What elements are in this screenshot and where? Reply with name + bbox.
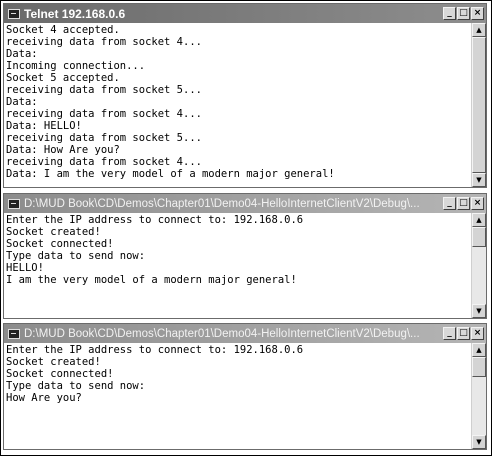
minimize-button[interactable]: _ bbox=[443, 197, 456, 210]
console-line: receiving data from socket 5... bbox=[6, 84, 202, 96]
console-line: receiving data from socket 5... bbox=[6, 132, 202, 144]
console-line: Socket created! bbox=[6, 356, 101, 368]
console-line: Data: HELLO! bbox=[6, 120, 82, 132]
minimize-button[interactable]: _ bbox=[443, 327, 456, 340]
console-line: How Are you? bbox=[6, 392, 82, 404]
console-line: Data: bbox=[6, 48, 38, 60]
scroll-thumb[interactable] bbox=[472, 227, 486, 247]
console-line: receiving data from socket 4... bbox=[6, 36, 202, 48]
console-text: Enter the IP address to connect to: 192.… bbox=[4, 213, 471, 318]
title-bar[interactable]: D:\MUD Book\CD\Demos\Chapter01\Demo04-He… bbox=[4, 324, 486, 343]
console-line: I am the very model of a modern major ge… bbox=[6, 274, 297, 286]
console-area[interactable]: Enter the IP address to connect to: 192.… bbox=[4, 343, 486, 449]
console-line: receiving data from socket 4... bbox=[6, 108, 202, 120]
vertical-scrollbar[interactable]: ▲ ▼ bbox=[471, 213, 486, 318]
console-text: Socket 4 accepted. receiving data from so… bbox=[4, 23, 471, 187]
maximize-button[interactable]: □ bbox=[457, 327, 470, 340]
console-line: Data: How Are you? bbox=[6, 144, 120, 156]
client-window-2: D:\MUD Book\CD\Demos\Chapter01\Demo04-He… bbox=[3, 323, 487, 450]
console-line: Type data to send now: bbox=[6, 380, 146, 392]
scroll-thumb[interactable] bbox=[472, 37, 486, 173]
minimize-button[interactable]: _ bbox=[443, 7, 456, 20]
console-line: Socket created! bbox=[6, 226, 101, 238]
close-button[interactable]: × bbox=[471, 327, 484, 340]
window-title: D:\MUD Book\CD\Demos\Chapter01\Demo04-He… bbox=[24, 197, 420, 210]
window-title: Telnet 192.168.0.6 bbox=[24, 6, 126, 21]
scroll-down-arrow-icon[interactable]: ▼ bbox=[472, 435, 486, 449]
window-title: D:\MUD Book\CD\Demos\Chapter01\Demo04-He… bbox=[24, 327, 420, 340]
console-icon[interactable] bbox=[8, 328, 20, 339]
maximize-button[interactable]: □ bbox=[457, 7, 470, 20]
console-line: Enter the IP address to connect to: 192.… bbox=[6, 214, 304, 226]
console-line: Type data to send now: bbox=[6, 250, 146, 262]
console-icon[interactable] bbox=[8, 198, 20, 209]
scroll-up-arrow-icon[interactable]: ▲ bbox=[472, 23, 486, 37]
console-line: Incoming connection... bbox=[6, 60, 146, 72]
console-icon[interactable] bbox=[8, 8, 20, 19]
scroll-up-arrow-icon[interactable]: ▲ bbox=[472, 343, 486, 357]
vertical-scrollbar[interactable]: ▲ ▼ bbox=[471, 343, 486, 449]
console-line: Socket connected! bbox=[6, 368, 114, 380]
console-line: Data: bbox=[6, 96, 38, 108]
client-window-1: D:\MUD Book\CD\Demos\Chapter01\Demo04-He… bbox=[3, 193, 487, 319]
telnet-window: Telnet 192.168.0.6 _ □ × Socket 4 accept… bbox=[3, 3, 487, 188]
console-area[interactable]: Enter the IP address to connect to: 192.… bbox=[4, 213, 486, 318]
scroll-down-arrow-icon[interactable]: ▼ bbox=[472, 173, 486, 187]
title-bar[interactable]: Telnet 192.168.0.6 _ □ × bbox=[4, 4, 486, 23]
close-button[interactable]: × bbox=[471, 7, 484, 20]
scroll-thumb[interactable] bbox=[472, 357, 486, 377]
console-line: HELLO! bbox=[6, 262, 44, 274]
console-line: Socket 5 accepted. bbox=[6, 72, 120, 84]
console-line: Data: I am the very model of a modern ma… bbox=[6, 168, 335, 180]
maximize-button[interactable]: □ bbox=[457, 197, 470, 210]
console-text: Enter the IP address to connect to: 192.… bbox=[4, 343, 471, 449]
console-line: receiving data from socket 4... bbox=[6, 156, 202, 168]
close-button[interactable]: × bbox=[471, 197, 484, 210]
scroll-down-arrow-icon[interactable]: ▼ bbox=[472, 304, 486, 318]
console-area[interactable]: Socket 4 accepted. receiving data from so… bbox=[4, 23, 486, 187]
title-bar[interactable]: D:\MUD Book\CD\Demos\Chapter01\Demo04-He… bbox=[4, 194, 486, 213]
console-line: Enter the IP address to connect to: 192.… bbox=[6, 344, 304, 356]
scroll-up-arrow-icon[interactable]: ▲ bbox=[472, 213, 486, 227]
console-line: Socket 4 accepted. bbox=[6, 24, 120, 36]
console-line: Socket connected! bbox=[6, 238, 114, 250]
vertical-scrollbar[interactable]: ▲ ▼ bbox=[471, 23, 486, 187]
